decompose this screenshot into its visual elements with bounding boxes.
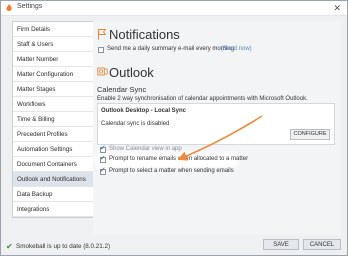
annotation-arrow [177,115,263,161]
